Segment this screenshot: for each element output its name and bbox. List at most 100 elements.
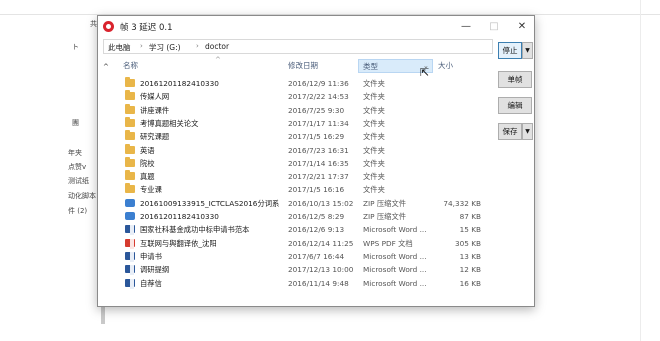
file-name: 申请书: [140, 251, 162, 261]
column-header-name[interactable]: 名称: [123, 59, 283, 73]
file-size: 12 KB: [459, 265, 481, 275]
file-size: 74,332 KB: [443, 198, 481, 208]
file-type: Microsoft Word ...: [363, 278, 427, 288]
chevron-right-icon: ›: [196, 42, 199, 50]
file-row[interactable]: 20161201182410330 2016/12/5 8:29 ZIP 压缩文件 8…: [103, 210, 493, 223]
file-name: 自荐信: [140, 278, 162, 288]
file-row[interactable]: 院校 2017/1/14 16:35 文件夹: [103, 156, 493, 170]
file-date: 2016/11/14 9:48: [288, 278, 349, 288]
breadcrumb-item[interactable]: doctor: [205, 42, 229, 51]
folder-icon: [125, 103, 135, 114]
file-row[interactable]: 20161201182410330 2016/12/9 11:36 文件夹: [103, 77, 493, 90]
background-nav-item[interactable]: 动化脚本: [68, 191, 96, 201]
file-name: 研究课题: [140, 132, 170, 142]
file-type: Microsoft Word ...: [363, 251, 427, 261]
file-row[interactable]: 20161009133915_ICTCLAS2016分词系... 2016/10/…: [103, 197, 493, 210]
file-size: 87 KB: [459, 212, 481, 221]
file-date: 2017/2/22 14:53: [288, 92, 349, 102]
mouse-cursor-icon: ⇱: [420, 66, 430, 79]
save-frame-dialog: 帧 3 延迟 0.1 — □ ✕ 此电脑 › 学习 (G:) › doctor …: [97, 15, 535, 307]
background-nav-item: ト: [72, 43, 79, 51]
file-row[interactable]: 自荐信 2016/11/14 9:48 Microsoft Word ... 16 K…: [103, 277, 493, 290]
file-row[interactable]: 传媒人网 2017/2/22 14:53 文件夹: [103, 90, 493, 103]
chevron-up-icon[interactable]: ^: [103, 63, 109, 71]
file-row[interactable]: 专业课 2017/1/5 16:16 文件夹: [103, 183, 493, 196]
edit-button[interactable]: 编辑: [498, 97, 532, 114]
file-type: 文件夹: [363, 172, 385, 182]
word-icon: [125, 225, 135, 236]
file-type: 文件夹: [363, 105, 385, 115]
file-type: 文件夹: [363, 158, 385, 168]
file-date: 2017/1/5 16:16: [288, 185, 345, 195]
file-type: Microsoft Word ...: [363, 265, 427, 275]
file-row[interactable]: 申请书 2017/6/7 16:44 Microsoft Word ... 13 KB: [103, 250, 493, 263]
file-date: 2016/12/5 8:29: [288, 212, 345, 221]
save-button[interactable]: 保存: [498, 123, 522, 140]
file-date: 2016/12/14 11:25: [288, 238, 354, 248]
word-icon: [125, 278, 135, 289]
file-size: 15 KB: [459, 225, 481, 235]
pdf-icon: [125, 238, 135, 249]
file-row[interactable]: 国家社科基金成功中标申请书范本 2016/12/6 9:13 Microsoft W…: [103, 223, 493, 236]
file-date: 2016/12/9 11:36: [288, 79, 349, 88]
maximize-button[interactable]: □: [480, 18, 508, 36]
file-row[interactable]: 调研提纲 2017/12/13 10:00 Microsoft Word ... 12…: [103, 263, 493, 276]
file-row[interactable]: 互联网与舆翻译依_沈阳 2016/12/14 11:25 WPS PDF 文档 305…: [103, 237, 493, 250]
minimize-button[interactable]: —: [452, 18, 480, 36]
file-name: 讲座课件: [140, 105, 170, 115]
file-type: 文件夹: [363, 185, 385, 195]
file-name: 考博真题相关论文: [140, 118, 199, 128]
stop-button[interactable]: 停止: [498, 42, 522, 59]
app-icon: [103, 21, 114, 32]
file-name: 院校: [140, 158, 155, 168]
word-icon: [125, 265, 135, 276]
background-nav-item[interactable]: 件 (2): [68, 206, 87, 216]
file-list: ^ ^ 名称 修改日期 类型 ⌄ 大小 20161201182410330 201…: [103, 56, 493, 304]
column-header-size[interactable]: 大小: [438, 59, 488, 73]
folder-icon: [125, 183, 135, 194]
title-bar[interactable]: 帧 3 延迟 0.1 — □ ✕: [98, 16, 534, 38]
folder-icon: [125, 156, 135, 167]
file-size: 16 KB: [459, 278, 481, 288]
file-date: 2016/10/13 15:02: [288, 198, 354, 208]
background-nav-item[interactable]: 测试纸: [68, 176, 89, 186]
file-type: ZIP 压缩文件: [363, 212, 407, 221]
file-row[interactable]: 考博真题相关论文 2017/1/17 11:34 文件夹: [103, 116, 493, 130]
file-date: 2017/12/13 10:00: [288, 265, 354, 275]
file-type: ZIP 压缩文件: [363, 198, 407, 208]
file-type: WPS PDF 文档: [363, 238, 413, 248]
file-date: 2017/1/5 16:29: [288, 132, 345, 142]
file-type: 文件夹: [363, 132, 385, 142]
folder-icon: [125, 77, 135, 87]
stop-dropdown-arrow-icon[interactable]: ▼: [522, 42, 533, 59]
breadcrumb-item[interactable]: 学习 (G:): [149, 42, 181, 53]
file-row[interactable]: 真题 2017/2/21 17:37 文件夹: [103, 170, 493, 183]
file-name: 传媒人网: [140, 92, 170, 102]
file-name: 国家社科基金成功中标申请书范本: [140, 225, 250, 235]
address-bar[interactable]: 此电脑 › 学习 (G:) › doctor: [103, 39, 493, 54]
close-button[interactable]: ✕: [508, 18, 536, 36]
file-date: 2017/1/17 11:34: [288, 118, 349, 128]
folder-icon: [125, 170, 135, 181]
column-header-date[interactable]: 修改日期: [288, 59, 358, 73]
file-row[interactable]: 英语 2016/7/23 16:31 文件夹: [103, 143, 493, 157]
file-name: 专业课: [140, 185, 162, 195]
save-dropdown-arrow-icon[interactable]: ▼: [522, 123, 533, 140]
folder-icon: [125, 130, 135, 141]
file-name: 20161201182410330: [140, 79, 219, 88]
step-frame-button[interactable]: 单帧: [498, 71, 532, 88]
file-type: 文件夹: [363, 145, 385, 155]
breadcrumb-item[interactable]: 此电脑: [108, 42, 131, 53]
background-nav-item[interactable]: 点赞v: [68, 162, 86, 172]
file-type: 文件夹: [363, 92, 385, 102]
file-name: 真题: [140, 172, 155, 182]
background-nav-item[interactable]: 年夹: [68, 148, 82, 158]
file-date: 2017/6/7 16:44: [288, 251, 345, 261]
background-nav-item: 團: [72, 119, 79, 127]
file-row[interactable]: 研究课题 2017/1/5 16:29 文件夹: [103, 130, 493, 143]
file-name: 英语: [140, 145, 155, 155]
file-row[interactable]: 讲座课件 2016/7/25 9:30 文件夹: [103, 103, 493, 117]
word-icon: [125, 251, 135, 262]
file-name: 20161201182410330: [140, 212, 219, 221]
file-date: 2017/1/14 16:35: [288, 158, 349, 168]
